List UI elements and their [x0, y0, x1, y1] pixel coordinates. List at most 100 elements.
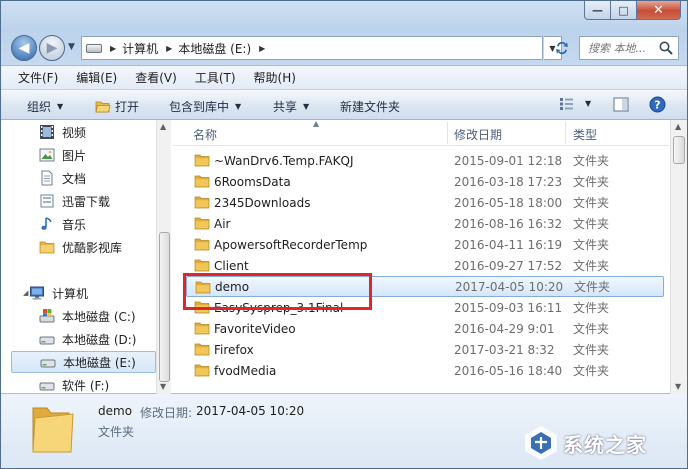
view-dropdown-icon[interactable]: ▼ — [585, 99, 591, 108]
new-folder-button[interactable]: 新建文件夹 — [340, 98, 400, 115]
file-type: 文件夹 — [573, 154, 610, 168]
chevron-down-icon: ▼ — [57, 102, 64, 111]
file-name: Client — [214, 258, 249, 273]
menu-edit[interactable]: 编辑(E) — [67, 69, 126, 86]
music-icon — [41, 217, 52, 230]
close-button[interactable]: ✕ — [637, 1, 681, 20]
column-date-header[interactable]: 修改日期 — [454, 126, 502, 143]
table-row[interactable]: 6RoomsData 2016-03-18 17:23 文件夹 — [186, 171, 664, 192]
scrollbar-thumb[interactable] — [159, 232, 170, 382]
file-type: 文件夹 — [573, 301, 610, 315]
table-row[interactable]: Air 2016-08-16 16:32 文件夹 — [186, 213, 664, 234]
column-name-header[interactable]: 名称 — [193, 126, 217, 143]
sidebar-item-drive-c[interactable]: 本地磁盘 (C:) — [11, 305, 156, 327]
file-modified-date: 2016-08-16 16:32 — [454, 216, 563, 231]
organize-button[interactable]: 组织 ▼ — [27, 98, 63, 115]
sidebar-item-music[interactable]: 音乐 — [11, 213, 156, 235]
include-library-button[interactable]: 包含到库中 ▼ — [169, 98, 241, 115]
file-list-scrollbar[interactable]: ▲ ▼ — [670, 120, 687, 394]
view-options-icon[interactable] — [559, 97, 575, 111]
details-modified-label: 修改日期: — [140, 406, 193, 420]
share-label: 共享 — [273, 100, 298, 114]
open-button[interactable]: 打开 — [95, 98, 139, 115]
file-list-pane: ▲ 名称 修改日期 类型 ~WanDrv6.Temp.FAKQJ 2015-09-… — [172, 120, 687, 394]
column-divider[interactable] — [565, 122, 566, 144]
back-arrow-icon[interactable]: ◀ — [11, 35, 37, 61]
menu-file[interactable]: 文件(F) — [9, 69, 67, 86]
minimize-button[interactable]: — — [584, 1, 611, 20]
menu-view[interactable]: 查看(V) — [126, 69, 186, 86]
details-file-name: demo — [98, 404, 133, 418]
file-modified-date: 2016-05-16 18:40 — [454, 363, 563, 378]
collapse-triangle-icon[interactable]: ◢ — [23, 289, 28, 297]
search-input[interactable] — [588, 41, 656, 55]
sidebar-item-pictures[interactable]: 图片 — [11, 144, 156, 166]
file-name: ApowersoftRecorderTemp — [214, 237, 368, 252]
scroll-up-icon[interactable]: ▲ — [675, 122, 681, 131]
menu-help[interactable]: 帮助(H) — [245, 69, 305, 86]
sidebar-item-drive-f[interactable]: 软件 (F:) — [11, 374, 156, 394]
sidebar-item-label: 迅雷下载 — [62, 194, 111, 209]
help-icon[interactable]: ? — [649, 96, 666, 113]
table-row[interactable]: ApowersoftRecorderTemp 2016-04-11 16:19 文件… — [186, 234, 664, 255]
svg-text:?: ? — [654, 99, 660, 112]
sidebar-item-videos[interactable]: 视频 — [11, 121, 156, 143]
file-modified-date: 2015-09-03 16:11 — [454, 300, 563, 315]
table-row[interactable]: Firefox 2017-03-21 8:32 文件夹 — [186, 339, 664, 360]
annotation-highlight-box — [183, 273, 372, 310]
file-name: 6RoomsData — [214, 174, 291, 189]
file-name: fvodMedia — [214, 363, 277, 378]
new-folder-label: 新建文件夹 — [340, 100, 401, 114]
column-divider[interactable] — [447, 122, 448, 144]
breadcrumb-computer[interactable]: 计算机 — [122, 40, 158, 57]
chevron-right-icon[interactable]: ▶ — [166, 44, 172, 53]
menu-bar: 文件(F) 编辑(E) 查看(V) 工具(T) 帮助(H) — [1, 65, 687, 89]
refresh-icon[interactable] — [549, 36, 575, 60]
sidebar-item-thunder-downloads[interactable]: 迅雷下载 — [11, 190, 156, 212]
sidebar-item-label: 图片 — [62, 148, 87, 163]
table-row[interactable]: 2345Downloads 2016-05-18 18:00 文件夹 — [186, 192, 664, 213]
forward-arrow-icon[interactable]: ▶ — [39, 35, 65, 61]
file-modified-date: 2016-04-29 9:01 — [454, 321, 555, 336]
scroll-down-icon[interactable]: ▼ — [675, 382, 681, 391]
table-row[interactable]: fvodMedia 2016-05-16 18:40 文件夹 — [186, 360, 664, 381]
file-type: 文件夹 — [573, 364, 610, 378]
table-row[interactable]: ~WanDrv6.Temp.FAKQJ 2015-09-01 12:18 文件夹 — [186, 150, 664, 171]
search-box[interactable] — [579, 36, 679, 60]
sidebar-item-label: 本地磁盘 (C:) — [62, 309, 136, 324]
file-type: 文件夹 — [573, 175, 610, 189]
search-icon[interactable] — [658, 40, 674, 56]
sidebar-item-youku-library[interactable]: 优酷影视库 — [11, 236, 156, 258]
chevron-right-icon[interactable]: ▶ — [110, 44, 116, 53]
sidebar-item-drive-e[interactable]: 本地磁盘 (E:) — [11, 351, 156, 373]
caption-buttons: — □ ✕ — [584, 1, 681, 20]
chevron-down-icon: ▼ — [235, 102, 242, 111]
chevron-right-icon[interactable]: ▶ — [259, 44, 265, 53]
scroll-down-icon[interactable]: ▼ — [160, 382, 166, 391]
column-type-header[interactable]: 类型 — [573, 126, 597, 143]
scroll-up-icon[interactable]: ▲ — [160, 122, 166, 131]
folder-icon — [40, 194, 54, 208]
details-modified-value: 2017-04-05 10:20 — [196, 404, 305, 418]
content-area: 视频 图片 文档 迅雷下载 音乐 优酷影视库 ◢ 计算机 本地磁盘 (C:) 本… — [1, 120, 687, 394]
sidebar-item-computer[interactable]: ◢ 计算机 — [11, 282, 156, 304]
address-bar[interactable]: ▶ 计算机 ▶ 本地磁盘 (E:) ▶ — [81, 36, 543, 60]
maximize-button[interactable]: □ — [611, 1, 637, 20]
menu-tools[interactable]: 工具(T) — [186, 69, 245, 86]
scrollbar-thumb[interactable] — [673, 136, 685, 164]
command-bar: 组织 ▼ 打开 包含到库中 ▼ 共享 ▼ 新建文件夹 ▼ ? — [1, 89, 687, 120]
share-button[interactable]: 共享 ▼ — [273, 98, 309, 115]
file-type: 文件夹 — [573, 238, 610, 252]
breadcrumb-drive-e[interactable]: 本地磁盘 (E:) — [178, 40, 251, 57]
folder-icon — [39, 241, 55, 254]
folder-icon — [194, 196, 210, 209]
file-modified-date: 2017-03-21 8:32 — [454, 342, 555, 357]
sidebar-item-drive-d[interactable]: 本地磁盘 (D:) — [11, 328, 156, 350]
recent-pages-dropdown-icon[interactable]: ▼ — [68, 42, 75, 52]
sidebar-item-documents[interactable]: 文档 — [11, 167, 156, 189]
folder-icon — [194, 154, 210, 167]
navigation-scrollbar[interactable]: ▲ ▼ — [156, 120, 171, 394]
table-row[interactable]: FavoriteVideo 2016-04-29 9:01 文件夹 — [186, 318, 664, 339]
preview-pane-icon[interactable] — [613, 97, 629, 112]
sidebar-item-label: 优酷影视库 — [62, 240, 123, 255]
